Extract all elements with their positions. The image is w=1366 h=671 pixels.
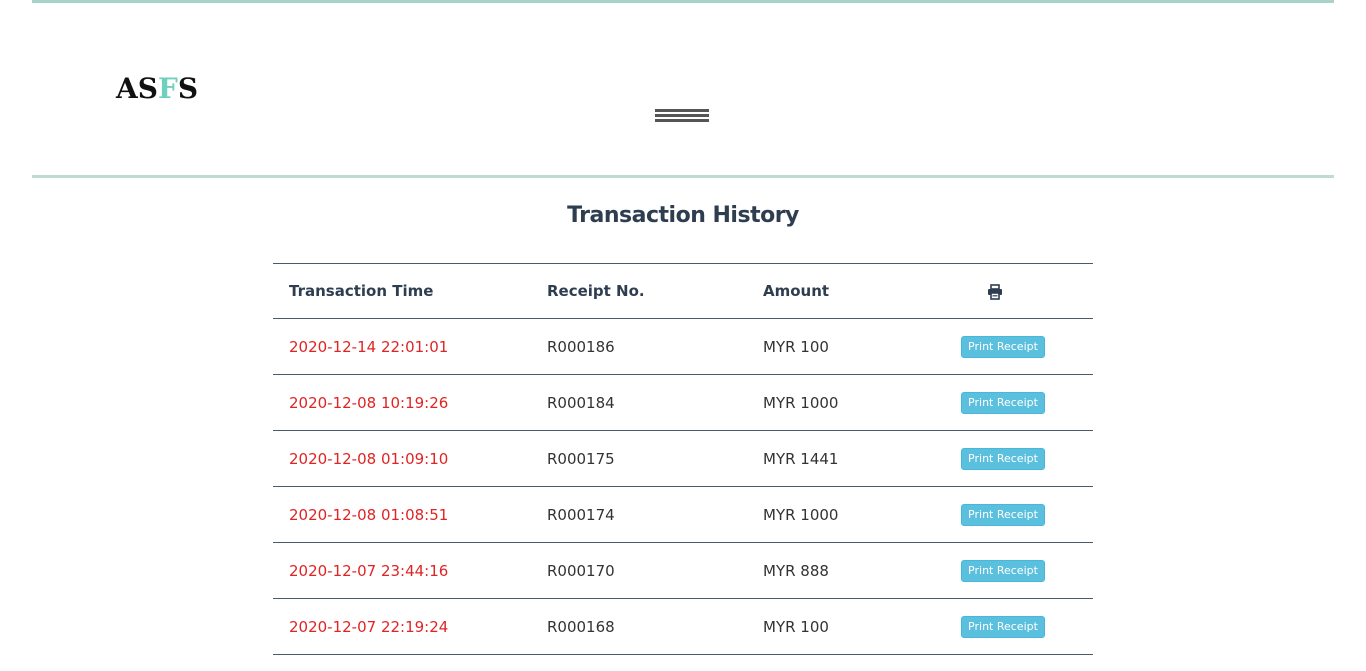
table-row: 2020-12-08 01:08:51 R000174 MYR 1000 Pri…	[273, 486, 1093, 543]
print-receipt-button[interactable]: Print Receipt	[961, 503, 1045, 526]
hamburger-line	[655, 114, 709, 117]
receipt-no-cell: R000175	[531, 430, 747, 487]
logo-accent: F	[157, 72, 178, 105]
table-row: 2020-12-07 23:44:16 R000170 MYR 888 Prin…	[273, 542, 1093, 599]
table-row: 2020-12-14 22:01:01 R000186 MYR 100 Prin…	[273, 318, 1093, 375]
column-header-transaction-time: Transaction Time	[273, 263, 531, 319]
site-logo[interactable]: ASFS	[116, 73, 198, 105]
receipt-no-cell: R000170	[531, 542, 747, 599]
table-header-row: Transaction Time Receipt No. Amount	[273, 263, 1093, 319]
table-row: 2020-12-07 22:19:24 R000168 MYR 100 Prin…	[273, 598, 1093, 655]
logo-part-2: S	[177, 72, 199, 105]
amount-cell: MYR 100	[747, 598, 897, 655]
table-row: 2020-12-08 10:19:26 R000184 MYR 1000 Pri…	[273, 374, 1093, 431]
print-receipt-button[interactable]: Print Receipt	[961, 559, 1045, 582]
menu-toggle-icon[interactable]	[655, 107, 711, 127]
header-divider	[32, 175, 1334, 178]
action-cell: Print Receipt	[897, 542, 1093, 599]
transaction-time-cell: 2020-12-07 22:19:24	[273, 598, 531, 655]
receipt-no-cell: R000174	[531, 486, 747, 543]
receipt-no-cell: R000168	[531, 598, 747, 655]
column-header-receipt-no: Receipt No.	[531, 263, 747, 319]
transaction-time-cell: 2020-12-08 01:09:10	[273, 430, 531, 487]
hamburger-line	[655, 109, 709, 112]
action-cell: Print Receipt	[897, 318, 1093, 375]
transaction-time-cell: 2020-12-08 01:08:51	[273, 486, 531, 543]
action-cell: Print Receipt	[897, 374, 1093, 431]
print-receipt-button[interactable]: Print Receipt	[961, 391, 1045, 414]
printer-icon	[988, 283, 1002, 300]
print-receipt-button[interactable]: Print Receipt	[961, 615, 1045, 638]
logo-part-1: AS	[116, 72, 158, 105]
hamburger-line	[655, 119, 709, 122]
column-header-print	[897, 263, 1093, 319]
column-header-amount: Amount	[747, 263, 897, 319]
transaction-time-cell: 2020-12-08 10:19:26	[273, 374, 531, 431]
action-cell: Print Receipt	[897, 486, 1093, 543]
receipt-no-cell: R000184	[531, 374, 747, 431]
transaction-table: Transaction Time Receipt No. Amount 2020…	[273, 263, 1093, 655]
receipt-no-cell: R000186	[531, 318, 747, 375]
page-title: Transaction History	[567, 203, 799, 228]
transaction-time-cell: 2020-12-07 23:44:16	[273, 542, 531, 599]
transaction-table-container: Transaction Time Receipt No. Amount 2020…	[273, 263, 1093, 655]
amount-cell: MYR 100	[747, 318, 897, 375]
amount-cell: MYR 888	[747, 542, 897, 599]
site-header: ASFS	[32, 3, 1334, 175]
action-cell: Print Receipt	[897, 598, 1093, 655]
amount-cell: MYR 1000	[747, 486, 897, 543]
amount-cell: MYR 1441	[747, 430, 897, 487]
amount-cell: MYR 1000	[747, 374, 897, 431]
transaction-time-cell: 2020-12-14 22:01:01	[273, 318, 531, 375]
table-row: 2020-12-08 01:09:10 R000175 MYR 1441 Pri…	[273, 430, 1093, 487]
print-receipt-button[interactable]: Print Receipt	[961, 447, 1045, 470]
action-cell: Print Receipt	[897, 430, 1093, 487]
print-receipt-button[interactable]: Print Receipt	[961, 335, 1045, 358]
